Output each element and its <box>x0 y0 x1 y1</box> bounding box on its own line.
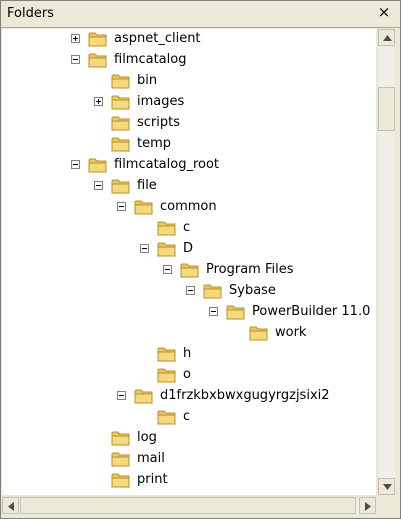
folder-icon <box>134 200 153 215</box>
folder-icon <box>157 221 176 236</box>
tree-item[interactable]: d1frzkbxbwxgugyrgzjsixi2 <box>2 386 376 407</box>
tree-item-label: work <box>275 325 307 340</box>
horizontal-scroll-thumb[interactable] <box>20 497 356 514</box>
tree-item[interactable]: filmcatalog_root <box>2 155 376 176</box>
vertical-scrollbar[interactable] <box>377 29 395 495</box>
tree-item-label: temp <box>137 136 172 151</box>
folder-icon <box>157 368 176 383</box>
expand-plus-icon[interactable] <box>71 34 80 43</box>
tree-item[interactable]: mail <box>2 449 376 470</box>
tree-item-label: Program Files <box>206 262 294 277</box>
arrow-down-icon <box>383 484 392 490</box>
folder-icon <box>249 326 268 341</box>
tree-item-label: o <box>183 367 191 382</box>
tree-item[interactable]: common <box>2 197 376 218</box>
tree-item[interactable]: file <box>2 176 376 197</box>
tree-item[interactable]: PowerBuilder 11.0 <box>2 302 376 323</box>
tree-item[interactable]: aspnet_client <box>2 29 376 50</box>
tree-item-label: c <box>183 220 191 235</box>
close-icon[interactable]: × <box>376 4 392 20</box>
tree-item[interactable]: Sybase <box>2 281 376 302</box>
folder-icon <box>88 53 107 68</box>
tree-item-label: h <box>183 346 192 361</box>
tree-item[interactable]: bin <box>2 71 376 92</box>
tree-item-label: scripts <box>137 115 180 130</box>
tree-item-label: Sybase <box>229 283 276 298</box>
folder-icon <box>226 305 245 320</box>
arrow-up-icon <box>383 35 392 41</box>
folder-icon <box>88 32 107 47</box>
tree-item-label: mail <box>137 451 165 466</box>
folder-tree[interactable]: aspnet_client filmcatalog bin images scripts… <box>2 29 376 495</box>
folder-icon <box>88 158 107 173</box>
tree-item[interactable]: log <box>2 428 376 449</box>
folder-icon <box>111 179 130 194</box>
tree-item[interactable]: h <box>2 344 376 365</box>
tree-item[interactable]: filmcatalog <box>2 50 376 71</box>
scroll-down-button[interactable] <box>378 478 395 495</box>
folder-icon <box>111 74 130 89</box>
folder-icon <box>157 347 176 362</box>
tree-item-label: print <box>137 472 168 487</box>
tree-item-label: D <box>183 241 194 256</box>
tree-item-label: file <box>137 178 157 193</box>
tree-item-label: PowerBuilder 11.0 <box>252 304 371 319</box>
tree-item-label: common <box>160 199 217 214</box>
tree-item-label: filmcatalog_root <box>114 157 220 172</box>
expand-plus-icon[interactable] <box>94 97 103 106</box>
tree-item[interactable]: Program Files <box>2 260 376 281</box>
collapse-minus-icon[interactable] <box>117 391 126 400</box>
collapse-minus-icon[interactable] <box>163 265 172 274</box>
tree-item[interactable]: c <box>2 218 376 239</box>
scroll-right-button[interactable] <box>359 497 376 514</box>
scrollbar-corner <box>377 496 395 514</box>
tree-item-label: aspnet_client <box>114 31 201 46</box>
collapse-minus-icon[interactable] <box>209 307 218 316</box>
folders-pane: Folders × aspnet_client filmcatalog bin ima… <box>0 0 401 519</box>
tree-item[interactable]: D <box>2 239 376 260</box>
folder-icon <box>111 116 130 131</box>
vertical-scroll-thumb[interactable] <box>378 87 395 131</box>
folder-icon <box>111 452 130 467</box>
folder-icon <box>157 242 176 257</box>
tree-item[interactable]: print <box>2 470 376 491</box>
collapse-minus-icon[interactable] <box>94 181 103 190</box>
scroll-left-button[interactable] <box>2 497 19 514</box>
collapse-minus-icon[interactable] <box>186 286 195 295</box>
tree-item[interactable]: images <box>2 92 376 113</box>
folder-icon <box>180 263 199 278</box>
arrow-right-icon <box>365 502 371 511</box>
pane-title: Folders <box>7 6 54 21</box>
tree-item[interactable]: scripts <box>2 113 376 134</box>
tree-item-label: log <box>137 430 157 445</box>
collapse-minus-icon[interactable] <box>140 244 149 253</box>
tree-item[interactable]: o <box>2 365 376 386</box>
tree-item-label: images <box>137 94 185 109</box>
arrow-left-icon <box>8 502 14 511</box>
tree-item-label: filmcatalog <box>114 52 187 67</box>
tree-item[interactable]: work <box>2 323 376 344</box>
collapse-minus-icon[interactable] <box>117 202 126 211</box>
folder-icon <box>111 473 130 488</box>
tree-item-label: bin <box>137 73 158 88</box>
tree-item[interactable]: c <box>2 407 376 428</box>
folder-icon <box>203 284 222 299</box>
scroll-up-button[interactable] <box>378 29 395 46</box>
collapse-minus-icon[interactable] <box>71 160 80 169</box>
horizontal-scrollbar[interactable] <box>2 496 376 514</box>
tree-item[interactable]: temp <box>2 134 376 155</box>
folder-icon <box>111 137 130 152</box>
collapse-minus-icon[interactable] <box>71 55 80 64</box>
pane-header: Folders × <box>1 1 400 28</box>
folder-icon <box>111 95 130 110</box>
folder-icon <box>157 410 176 425</box>
folder-icon <box>134 389 153 404</box>
folder-icon <box>111 431 130 446</box>
tree-item-label: d1frzkbxbwxgugyrgzjsixi2 <box>160 388 330 403</box>
tree-item-label: c <box>183 409 191 424</box>
